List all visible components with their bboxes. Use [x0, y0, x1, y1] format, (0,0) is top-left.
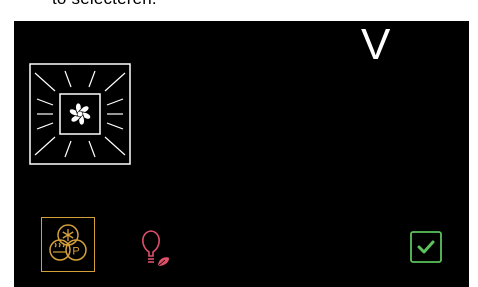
checkbox-confirm-icon [410, 231, 442, 263]
mode-letter: V [361, 20, 391, 69]
oven-fan-icon [29, 63, 131, 165]
confirm-button[interactable] [409, 230, 443, 264]
light-button[interactable] [136, 228, 176, 270]
display-frame: V P [3, 6, 475, 287]
eco-snowflake-program-icon: P [49, 224, 87, 261]
svg-text:P: P [72, 246, 79, 258]
eco-program-button[interactable]: P [41, 217, 95, 272]
bulb-leaf-icon [142, 230, 169, 267]
oven-display-screen: V P [14, 21, 469, 287]
